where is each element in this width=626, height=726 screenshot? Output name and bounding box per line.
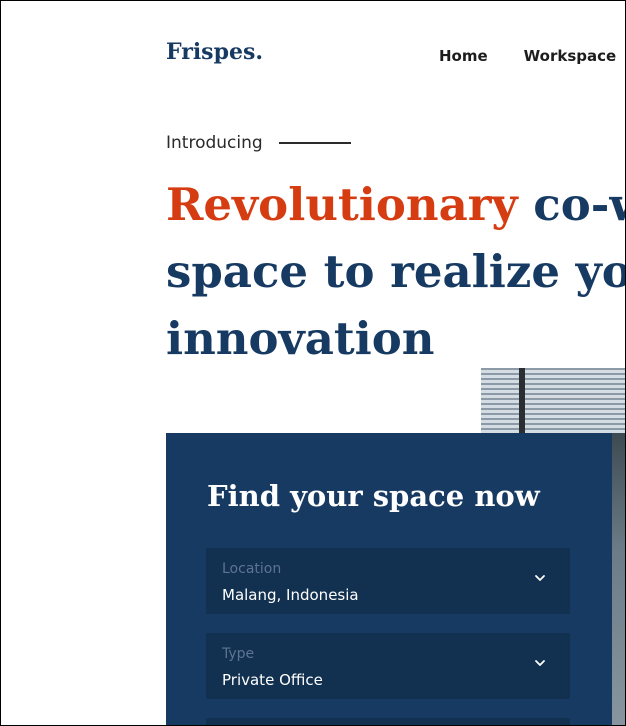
- location-value: Malang, Indonesia: [222, 586, 359, 604]
- type-value: Private Office: [222, 671, 323, 689]
- next-field-partial[interactable]: [206, 718, 570, 725]
- intro-label: Introducing: [166, 133, 263, 153]
- headline-line2: space to realize yo: [166, 245, 626, 298]
- intro-divider: [278, 142, 351, 144]
- page-frame: Frispes. Home Workspace Introducing Revo…: [0, 0, 626, 726]
- search-card: Find your space now Location Malang, Ind…: [166, 433, 612, 725]
- search-card-title: Find your space now: [207, 479, 540, 513]
- location-label: Location: [222, 561, 282, 577]
- location-select[interactable]: Location Malang, Indonesia: [206, 548, 570, 614]
- building-mullion: [519, 368, 525, 433]
- type-label: Type: [222, 646, 255, 662]
- top-nav: Home Workspace: [439, 47, 616, 65]
- nav-home[interactable]: Home: [439, 47, 488, 65]
- hero-headline: Revolutionary co-w space to realize yo i…: [166, 171, 626, 372]
- chevron-down-icon: [535, 575, 545, 581]
- chevron-down-icon: [535, 660, 545, 666]
- nav-workspace[interactable]: Workspace: [524, 47, 617, 65]
- intro-row: Introducing: [166, 133, 351, 153]
- headline-line1-rest: co-w: [533, 178, 625, 231]
- building-glass: [481, 368, 625, 433]
- brand-logo[interactable]: Frispes.: [166, 39, 263, 65]
- headline-line3: innovation: [166, 312, 435, 365]
- headline-accent: Revolutionary: [166, 178, 518, 231]
- type-select[interactable]: Type Private Office: [206, 633, 570, 699]
